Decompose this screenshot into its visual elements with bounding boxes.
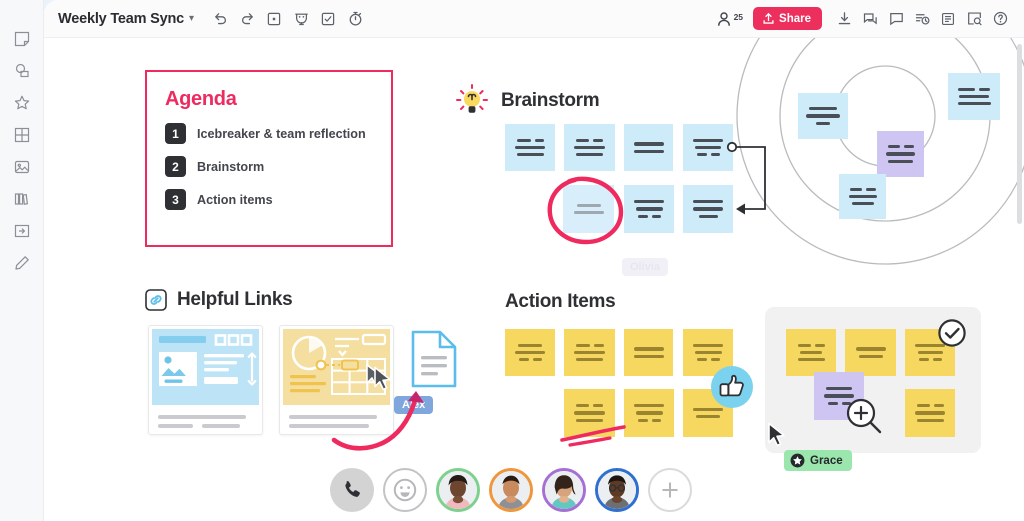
sticky-note[interactable]: [624, 124, 673, 171]
star-badge-icon: [790, 453, 805, 468]
connector-arrow[interactable]: [724, 138, 774, 216]
avatar[interactable]: [436, 468, 480, 512]
sticky-note[interactable]: [624, 329, 673, 376]
link-card-thumbnail: [152, 329, 259, 405]
sticky-note[interactable]: [948, 73, 1000, 120]
sticky-note[interactable]: [905, 389, 955, 437]
cursor-label-grace: Grace: [784, 450, 852, 471]
agenda-item-label: Action items: [197, 192, 273, 207]
frame-icon[interactable]: [262, 7, 286, 31]
history-icon[interactable]: [910, 7, 934, 31]
lightbulb-icon: [456, 84, 488, 113]
pink-underline-annotation: [560, 425, 626, 447]
redo-icon[interactable]: [235, 7, 259, 31]
vertical-scrollbar[interactable]: [1017, 44, 1022, 224]
helpful-links-heading-group: Helpful Links: [145, 289, 293, 311]
link-card-caption: [149, 408, 262, 442]
zoom-in-icon[interactable]: [844, 396, 886, 438]
sidebar-item-table[interactable]: [7, 120, 37, 150]
search-board-icon[interactable]: [962, 7, 986, 31]
check-circle-icon[interactable]: [937, 318, 967, 348]
agenda-item-label: Icebreaker & team reflection: [197, 126, 366, 141]
participants-count[interactable]: 25: [717, 11, 743, 27]
agenda-item[interactable]: 3 Action items: [165, 189, 373, 210]
pink-circle-annotation: [547, 176, 624, 245]
cursor-label-grace-text: Grace: [810, 454, 843, 467]
thumbs-up-icon[interactable]: [709, 364, 755, 410]
avatar[interactable]: [489, 468, 533, 512]
meeting-dock: [330, 468, 692, 512]
cursor-grace-pointer: [768, 422, 785, 447]
top-bar: Weekly Team Sync ▾ 25 Share: [44, 0, 1024, 38]
sticky-note[interactable]: [798, 93, 848, 139]
share-button-label: Share: [779, 12, 811, 25]
sticky-note[interactable]: [845, 329, 896, 376]
sidebar-item-templates[interactable]: [7, 88, 37, 118]
brainstorm-heading-group: Brainstorm: [453, 84, 600, 118]
undo-icon[interactable]: [208, 7, 232, 31]
left-toolbar: [0, 0, 44, 521]
avatar[interactable]: [595, 468, 639, 512]
board-app: Agenda 1 Icebreaker & team reflection 2 …: [0, 0, 1024, 521]
sidebar-item-shapes[interactable]: [7, 56, 37, 86]
help-icon[interactable]: [988, 7, 1012, 31]
agenda-item-number: 1: [165, 123, 186, 144]
agenda-heading: Agenda: [165, 88, 237, 110]
agenda-item-number: 2: [165, 156, 186, 177]
canvas[interactable]: Agenda 1 Icebreaker & team reflection 2 …: [44, 0, 1024, 521]
phone-icon[interactable]: [330, 468, 374, 512]
sticky-note[interactable]: [505, 329, 555, 376]
agenda-card[interactable]: Agenda 1 Icebreaker & team reflection 2 …: [145, 70, 393, 247]
sidebar-item-sticky-note[interactable]: [7, 24, 37, 54]
page-title[interactable]: Weekly Team Sync: [58, 11, 184, 27]
cursor-label-olivia: Olivia: [622, 258, 668, 276]
sticky-note[interactable]: [786, 329, 836, 376]
top-bar-right: 25 Share: [717, 7, 1012, 31]
agenda-item[interactable]: 1 Icebreaker & team reflection: [165, 123, 373, 144]
link-card[interactable]: [148, 325, 263, 435]
share-button[interactable]: Share: [753, 7, 822, 30]
sidebar-item-frame[interactable]: [7, 216, 37, 246]
sticky-note[interactable]: [839, 174, 886, 219]
sticky-note[interactable]: [877, 131, 924, 177]
timer-icon[interactable]: [343, 7, 367, 31]
sidebar-item-image[interactable]: [7, 152, 37, 182]
action-items-title: Action Items: [505, 291, 616, 312]
sidebar-item-library[interactable]: [7, 184, 37, 214]
comments-icon[interactable]: [858, 7, 882, 31]
helpful-links-title: Helpful Links: [177, 289, 293, 310]
agenda-item-label: Brainstorm: [197, 159, 265, 174]
agenda-item-number: 3: [165, 189, 186, 210]
presentation-icon[interactable]: [289, 7, 313, 31]
add-participant-button[interactable]: [648, 468, 692, 512]
avatar[interactable]: [542, 468, 586, 512]
download-icon[interactable]: [832, 7, 856, 31]
link-icon: [145, 289, 167, 311]
chevron-down-icon[interactable]: ▾: [189, 13, 194, 24]
list-icon[interactable]: [936, 7, 960, 31]
chat-icon[interactable]: [884, 7, 908, 31]
sidebar-item-pen[interactable]: [7, 248, 37, 278]
brainstorm-title: Brainstorm: [501, 90, 600, 111]
agenda-item[interactable]: 2 Brainstorm: [165, 156, 373, 177]
smiley-icon[interactable]: [383, 468, 427, 512]
sticky-note[interactable]: [564, 329, 615, 376]
sticky-note[interactable]: [564, 124, 615, 171]
top-bar-tools: [208, 7, 367, 31]
sticky-note[interactable]: [505, 124, 555, 171]
action-items-heading-group: Action Items: [505, 291, 616, 313]
participants-count-value: 25: [733, 11, 744, 22]
vote-icon[interactable]: [316, 7, 340, 31]
pink-arrow-annotation: [331, 391, 424, 451]
